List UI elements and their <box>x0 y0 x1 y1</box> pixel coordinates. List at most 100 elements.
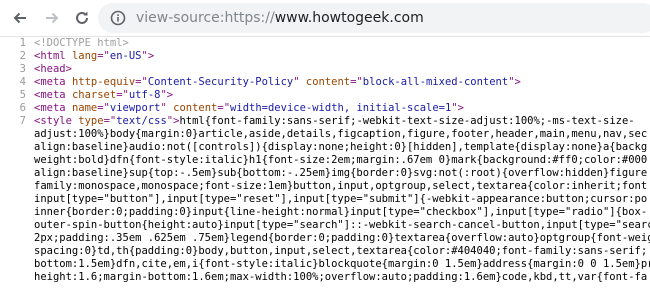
code-token: =" <box>97 102 110 114</box>
source-line: adjust:100%}body{margin:0}article,aside,… <box>0 128 650 141</box>
url-domain: www.howtogeek.com <box>274 10 424 26</box>
code-token: =" <box>350 76 363 88</box>
line-number: 5 <box>19 89 26 101</box>
source-line: bottom:1.5em}dfn,cite,em,i{font-style:it… <box>0 258 650 271</box>
line-code: <meta name="viewport" content="width=dev… <box>34 102 464 115</box>
code-token: input[type="button"],input[type="reset"]… <box>34 193 648 205</box>
code-token: "> <box>508 76 521 88</box>
code-token: =" <box>217 102 231 114</box>
code-token: <!DOCTYPE html> <box>34 37 129 49</box>
back-button[interactable] <box>6 4 34 32</box>
code-token: adjust:100%}body{margin:0}article,aside,… <box>34 128 648 140</box>
code-token: outer-spin-button{height:auto}input[type… <box>34 219 650 231</box>
source-line: outer-spin-button{height:auto}input[type… <box>0 219 650 232</box>
code-token: html{font-family:sans-serif;-webkit-text… <box>179 115 635 127</box>
source-line: input[type="button"],input[type="reset"]… <box>0 193 650 206</box>
line-number: 3 <box>19 63 26 75</box>
code-token: http-equiv <box>71 76 136 88</box>
source-line: 7 <style type="text/css">html{font-family… <box>0 115 650 128</box>
url-scheme: view-source:https:// <box>136 10 275 26</box>
line-number: 1 <box>19 37 26 49</box>
line-code: bottom:1.5em}dfn,cite,em,i{font-style:it… <box>34 258 650 271</box>
code-token: family:monospace,monospace;font-size:1em… <box>34 180 648 192</box>
code-token: "> <box>451 102 464 114</box>
info-icon[interactable] <box>110 10 126 26</box>
code-token: inner{border:0;padding:0}input{line-heig… <box>34 206 648 218</box>
line-code: inner{border:0;padding:0}input{line-heig… <box>34 206 647 219</box>
line-code: height:1.6;margin-bottom:1.6em;max-width… <box>34 271 647 284</box>
code-token: " <box>293 76 306 88</box>
forward-button[interactable] <box>38 4 66 32</box>
code-token: <meta <box>34 76 72 88</box>
code-token: =" <box>135 76 148 88</box>
code-token: en-US <box>109 50 142 62</box>
source-line: 1 <!DOCTYPE html> <box>0 37 650 50</box>
source-line: 2px;padding:.35em .625em .75em}legend{bo… <box>0 232 650 245</box>
line-code: align:baseline}audio:not([controls]){dis… <box>34 141 647 154</box>
code-token: bottom:1.5em}dfn,cite,em,i{font-style:it… <box>34 258 650 270</box>
source-view[interactable]: 1 <!DOCTYPE html> 2 <html lang="en-US"> 3 <he… <box>0 37 650 300</box>
reload-icon <box>76 11 88 24</box>
source-line: 5 <meta charset="utf-8"> <box>0 89 650 102</box>
code-token: <head> <box>34 63 72 75</box>
line-code: weight:bold}dfn{font-style:italic}h1{fon… <box>34 154 647 167</box>
line-code: 2px;padding:.35em .625em .75em}legend{bo… <box>34 232 650 245</box>
code-token: =" <box>97 50 110 62</box>
code-token: utf-8 <box>128 89 161 101</box>
code-token: <html <box>34 50 72 62</box>
code-token: <meta <box>34 89 72 101</box>
line-code: spacing:0}td,th{padding:0}body,button,in… <box>34 245 647 258</box>
line-code: outer-spin-button{height:auto}input[type… <box>34 219 650 232</box>
code-token: name <box>71 102 98 114</box>
code-token: charset <box>71 89 117 101</box>
url-text[interactable]: view-source:https://www.howtogeek.com <box>136 9 424 27</box>
line-code: <html lang="en-US"> <box>34 50 154 63</box>
code-token: "> <box>160 89 174 101</box>
code-token: content <box>173 102 218 114</box>
source-line: 4 <meta http-equiv="Content-Security-Poli… <box>0 76 650 89</box>
code-token: =" <box>116 89 129 101</box>
source-line: spacing:0}td,th{padding:0}body,button,in… <box>0 245 650 258</box>
line-code: <meta charset="utf-8"> <box>34 89 173 102</box>
line-number: 4 <box>19 76 26 88</box>
source-line: family:monospace,monospace;font-size:1em… <box>0 180 650 193</box>
code-token: text/css <box>116 115 167 127</box>
code-token: "> <box>141 50 155 62</box>
source-line: 6 <meta name="viewport" content="width=de… <box>0 102 650 115</box>
line-number: 6 <box>19 102 26 114</box>
line-code: <style type="text/css">html{font-family:… <box>34 115 635 128</box>
back-arrow-icon <box>13 12 26 24</box>
line-code: <!DOCTYPE html> <box>34 37 129 50</box>
code-token: spacing:0}td,th{padding:0}body,button,in… <box>34 245 648 257</box>
line-code: input[type="button"],input[type="reset"]… <box>34 193 647 206</box>
source-line: weight:bold}dfn{font-style:italic}h1{fon… <box>0 154 650 167</box>
code-token: block-all-mixed-content <box>362 76 509 88</box>
address-bar[interactable]: view-source:https://www.howtogeek.com <box>98 3 650 33</box>
source-line: align:baseline}audio:not([controls]){dis… <box>0 141 650 154</box>
reload-button[interactable] <box>68 4 96 32</box>
code-token: weight:bold}dfn{font-style:italic}h1{fon… <box>34 154 648 166</box>
code-token: " <box>160 102 174 114</box>
code-token: height:1.6;margin-bottom:1.6em;max-width… <box>34 271 648 283</box>
line-number: 7 <box>19 115 26 127</box>
code-token: align:baseline}sup{top:-.5em}sub{bottom:… <box>34 167 648 179</box>
source-line: inner{border:0;padding:0}input{line-heig… <box>0 206 650 219</box>
line-code: align:baseline}sup{top:-.5em}sub{bottom:… <box>34 167 647 180</box>
code-token: width=device-width, initial-scale=1 <box>230 102 452 114</box>
line-code: adjust:100%}body{margin:0}article,aside,… <box>34 128 647 141</box>
source-line: align:baseline}sup{top:-.5em}sub{bottom:… <box>0 167 650 180</box>
code-token: align:baseline}audio:not([controls]){dis… <box>34 141 648 153</box>
source-line: height:1.6;margin-bottom:1.6em;max-width… <box>0 271 650 284</box>
code-token: Content-Security-Policy <box>147 76 294 88</box>
code-token: =" <box>103 115 117 127</box>
forward-arrow-icon <box>46 12 59 24</box>
line-code: <head> <box>34 63 72 76</box>
code-token: "> <box>166 115 180 127</box>
code-token: type <box>78 115 104 127</box>
code-token: viewport <box>109 102 161 114</box>
code-token: <meta <box>34 102 72 114</box>
code-token: 2px;padding:.35em .625em .75em}legend{bo… <box>34 232 650 244</box>
source-line: 3 <head> <box>0 63 650 76</box>
code-token: lang <box>71 50 98 62</box>
source-line: 2 <html lang="en-US"> <box>0 50 650 63</box>
